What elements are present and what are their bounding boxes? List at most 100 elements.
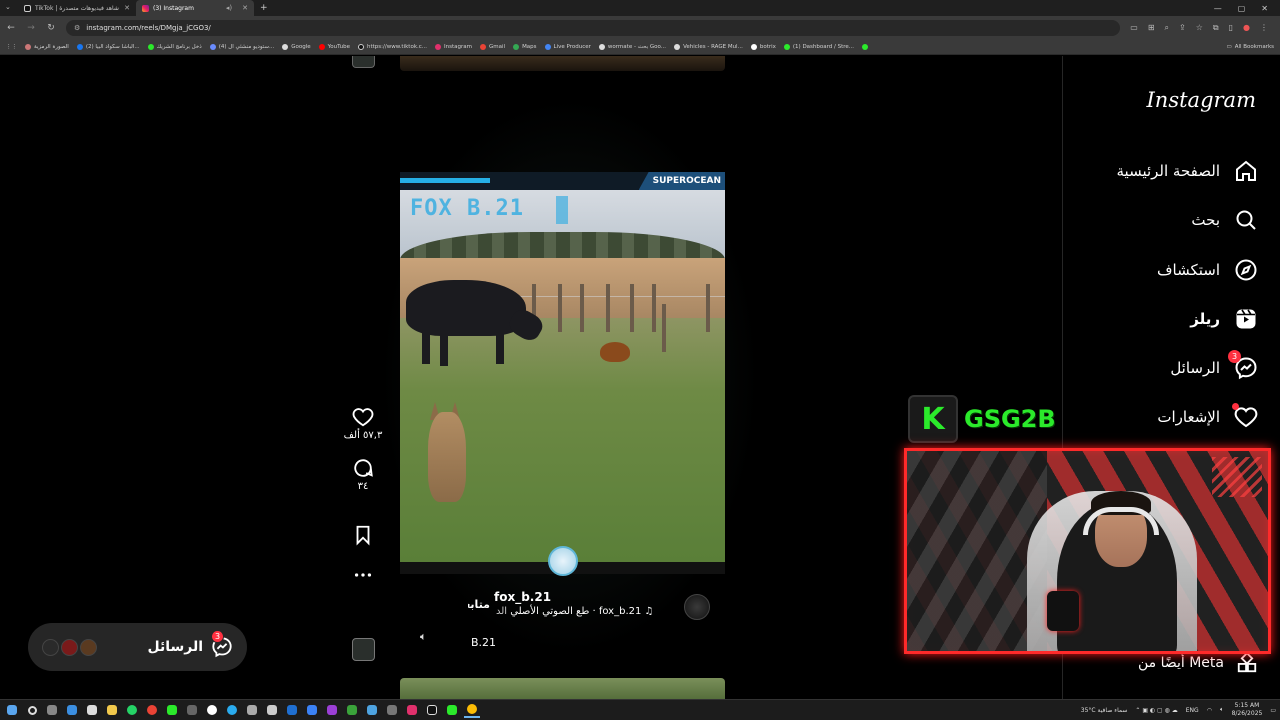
bookmark-item[interactable]: YouTube — [318, 44, 350, 50]
taskbar-app[interactable] — [284, 702, 300, 718]
creator-avatar[interactable] — [684, 594, 710, 620]
reel-description[interactable]: B.21 — [471, 636, 496, 649]
close-icon[interactable]: ✕ — [124, 4, 130, 12]
site-info-icon[interactable]: ⚙ — [74, 24, 80, 32]
taskbar-app[interactable] — [204, 702, 220, 718]
zoom-icon[interactable]: ⌕ — [1165, 23, 1169, 33]
taskbar-app[interactable] — [324, 702, 340, 718]
apps-icon[interactable]: ⋮⋮ — [6, 44, 17, 50]
bookmark-item[interactable]: Gmail — [480, 44, 505, 50]
weather-widget[interactable]: 35°C سماء صافية — [1081, 707, 1128, 714]
minimize-icon[interactable]: — — [1214, 4, 1222, 13]
sidebar-item-home[interactable]: الصفحة الرئيسية — [1117, 156, 1259, 186]
tab-search-icon[interactable]: ⌄ — [5, 3, 11, 11]
taskbar-app[interactable] — [244, 702, 260, 718]
next-reel[interactable] — [400, 678, 725, 700]
save-button[interactable] — [352, 524, 374, 546]
new-tab-button[interactable]: + — [260, 3, 268, 13]
clock[interactable]: 5:15 AM 8/26/2025 — [1232, 702, 1263, 718]
volume-icon[interactable]: 🔈︎ — [420, 630, 427, 644]
forward-icon[interactable]: → — [26, 23, 36, 33]
taskbar-app[interactable] — [124, 702, 140, 718]
sidebar-item-messages[interactable]: الرسائل 3 — [1170, 350, 1258, 383]
taskbar-app[interactable] — [144, 702, 160, 718]
instagram-logo[interactable]: Instagram — [1147, 88, 1256, 112]
taskbar-app[interactable] — [364, 702, 380, 718]
tray-icons[interactable]: ⌃ ▣ ◐ ▢ ◍ ☁ — [1135, 707, 1177, 714]
sidebar-item-notifications[interactable]: الإشعارات — [1157, 402, 1258, 432]
follow-button[interactable]: متابعة — [468, 598, 490, 611]
network-icon[interactable]: ◠ — [1207, 707, 1212, 714]
bookmark-item[interactable]: Vehicles - RAGE Mul... — [674, 44, 743, 50]
like-button[interactable]: ٥٧,٣ ألف — [344, 406, 382, 441]
heart-icon — [352, 408, 374, 427]
more-options-button[interactable] — [352, 564, 374, 586]
audio-icon[interactable]: ◂) — [226, 4, 232, 12]
also-from-meta-button[interactable]: أيضًا من Meta — [1138, 652, 1258, 674]
messages-pill[interactable]: الرسائل 3 — [28, 623, 247, 671]
volume-icon[interactable]: 🔈︎ — [1220, 706, 1224, 714]
bookmark-item[interactable]: wormate - بحث Goo... — [598, 44, 666, 50]
creator-username[interactable]: fox_b.21 — [494, 590, 551, 604]
language-indicator[interactable]: ENG — [1186, 707, 1199, 714]
back-icon[interactable]: ← — [6, 23, 16, 33]
bookmark-item[interactable]: (1) Dashboard / Stre... — [783, 44, 854, 50]
translate-icon[interactable]: ⊞ — [1148, 23, 1155, 33]
comment-button[interactable]: ٣٤ — [352, 457, 374, 492]
bookmark-item[interactable] — [862, 44, 869, 50]
bookmark-item[interactable]: الصورة الرمزية — [25, 44, 69, 50]
close-icon[interactable]: ✕ — [242, 4, 248, 12]
all-bookmarks[interactable]: ▭ All Bookmarks — [1227, 44, 1275, 50]
taskbar-app[interactable] — [64, 702, 80, 718]
bookmark-item[interactable]: Instagram — [435, 44, 472, 50]
bookmark-item[interactable]: botrix — [750, 44, 776, 50]
bookmark-item[interactable]: https://www.tiktok.c... — [357, 44, 427, 50]
profile-icon[interactable]: ● — [1243, 23, 1250, 33]
star-icon[interactable]: ☆ — [1196, 23, 1203, 33]
menu-icon[interactable]: ⋮ — [1260, 23, 1268, 33]
taskbar-app[interactable] — [104, 702, 120, 718]
taskbar-search[interactable] — [24, 702, 40, 718]
reload-icon[interactable]: ↻ — [46, 23, 56, 33]
bookmark-item[interactable]: (4) ستوديو منشئي ال... — [209, 44, 274, 50]
taskbar-app[interactable] — [184, 702, 200, 718]
taskbar-app-chrome[interactable] — [464, 702, 480, 718]
sidebar-icon[interactable]: ▯ — [1229, 23, 1233, 33]
reel-video[interactable]: SUPEROCEAN FOX B.21 — [400, 172, 725, 562]
audio-track[interactable]: ♫ fox_b.21 · طع الصوتي الأصلي الد — [496, 606, 654, 617]
tab-tiktok[interactable]: TikTok | شاهد فيديوهات متصدرة ✕ — [18, 0, 136, 16]
extensions-icon[interactable]: ⧉ — [1213, 23, 1219, 33]
messenger-icon: 3 — [211, 630, 233, 658]
bookmark-item[interactable]: Maps — [513, 44, 537, 50]
taskbar-app[interactable] — [224, 702, 240, 718]
taskbar-app[interactable] — [444, 702, 460, 718]
sidebar-item-reels[interactable]: ريلز — [1190, 304, 1258, 334]
sidebar-item-search[interactable]: بحث — [1191, 205, 1258, 235]
taskbar-app[interactable] — [384, 702, 400, 718]
previous-reel-avatar[interactable] — [352, 56, 375, 68]
sidebar-item-explore[interactable]: استكشاف — [1157, 255, 1258, 285]
taskbar-app[interactable] — [84, 702, 100, 718]
taskbar-app[interactable] — [304, 702, 320, 718]
notifications-icon[interactable]: ▭ — [1270, 707, 1276, 714]
install-icon[interactable]: ▭ — [1130, 23, 1138, 33]
url-field[interactable]: ⚙ instagram.com/reels/DMgja_jCGO3/ — [66, 20, 1121, 36]
bookmark-item[interactable]: (2) الباشا سكواد البيا... — [76, 44, 140, 50]
taskbar-app[interactable] — [164, 702, 180, 718]
bookmark-item[interactable]: Live Producer — [544, 44, 591, 50]
taskbar-app[interactable] — [424, 702, 440, 718]
close-window-icon[interactable]: ✕ — [1261, 4, 1268, 13]
taskbar-app[interactable] — [44, 702, 60, 718]
maximize-icon[interactable]: ▢ — [1238, 4, 1246, 13]
taskbar-app[interactable] — [344, 702, 360, 718]
app-icon — [347, 705, 357, 715]
share-icon[interactable]: ⇪ — [1179, 23, 1186, 33]
taskbar-app[interactable] — [404, 702, 420, 718]
audio-thumbnail[interactable] — [352, 638, 375, 661]
bookmark-item[interactable]: ذخل برنامج الشريك — [147, 44, 202, 50]
previous-reel[interactable] — [400, 56, 725, 71]
bookmark-item[interactable]: Google — [282, 44, 311, 50]
start-button[interactable] — [4, 702, 20, 718]
tab-instagram[interactable]: (3) Instagram ◂) ✕ — [136, 0, 254, 16]
taskbar-app[interactable] — [264, 702, 280, 718]
